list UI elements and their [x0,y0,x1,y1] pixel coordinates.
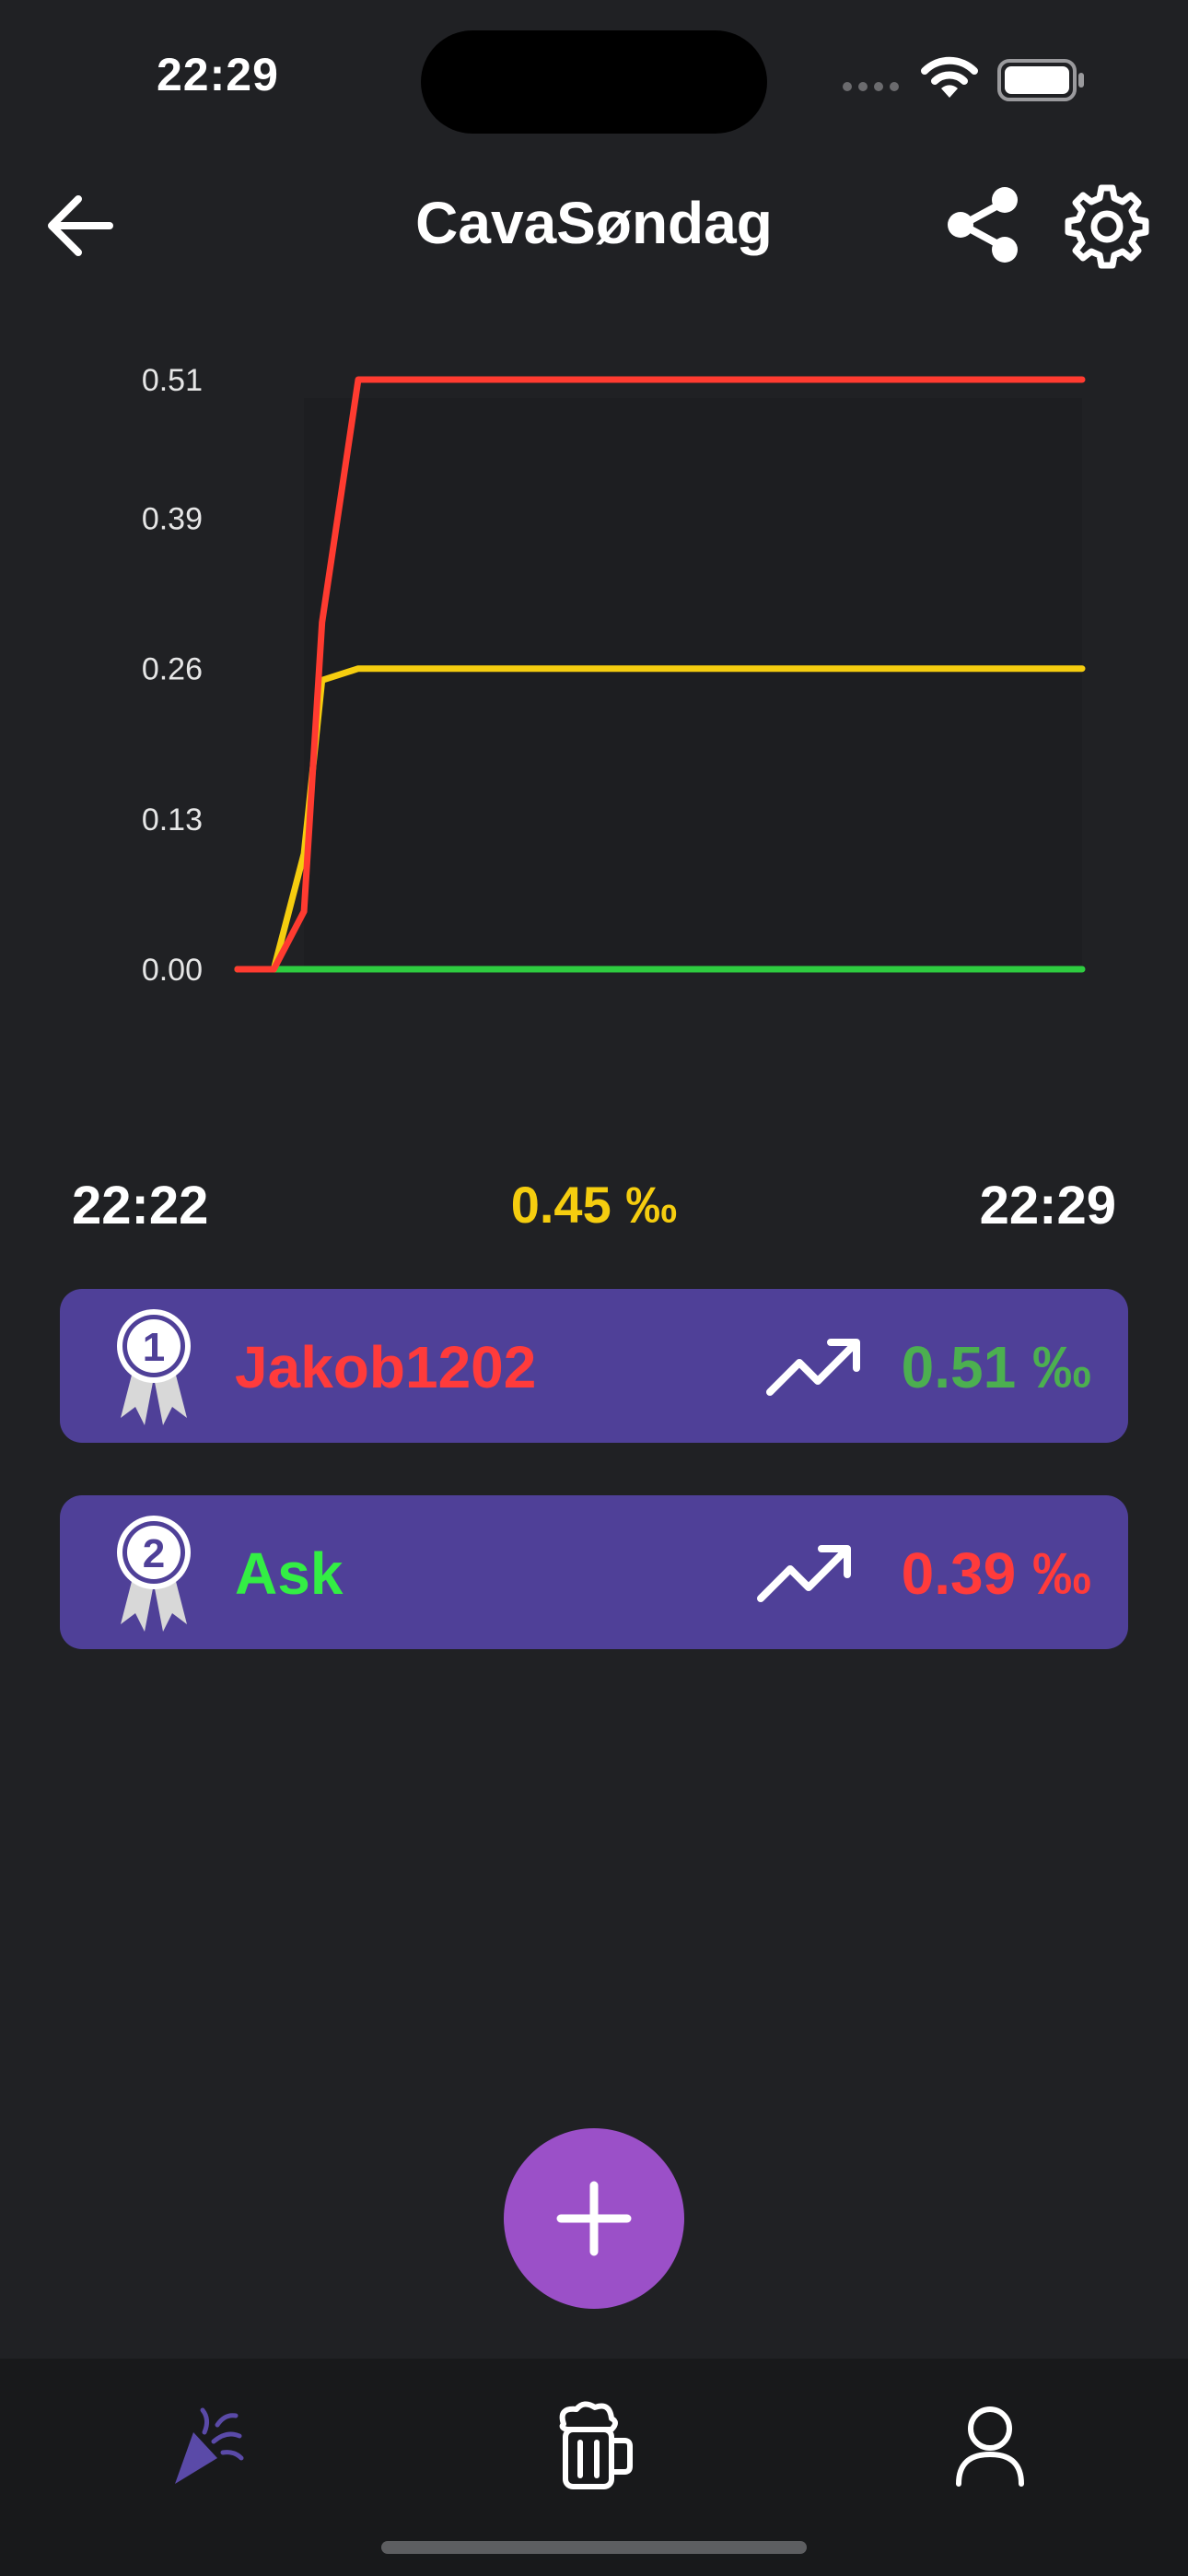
beer-mug-icon [559,2401,633,2489]
plus-icon [556,2181,632,2256]
status-time: 22:29 [157,49,279,100]
settings-button[interactable] [1061,181,1153,273]
y-tick-label: 0.26 [142,652,203,687]
dynamic-island [421,30,767,134]
plot-area [304,398,1082,969]
bac-line-chart: 0.51 0.39 0.26 0.13 0.00 [142,363,1086,988]
battery-icon [997,59,1084,101]
page-title: CavaSøndag [415,190,773,256]
profile-icon [956,2406,1024,2487]
leaderboard-row[interactable]: 2 Ask 0.39 ‰ [60,1495,1128,1649]
app-screen: 22:29 CavaSøndag 0.51 0.39 0.26 0.13 0.0… [0,0,1188,2576]
party-popper-icon [175,2407,244,2484]
y-tick-label: 0.00 [142,953,203,988]
y-tick-label: 0.39 [142,502,203,537]
y-tick-label: 0.51 [142,363,203,398]
leader-name: Ask [235,1540,344,1607]
wifi-icon [921,56,978,98]
share-icon [947,186,1018,263]
svg-text:2: 2 [143,1531,165,1576]
nav-tab-party[interactable] [143,2386,262,2506]
rank-2-ribbon-icon: 2 [117,1516,191,1632]
leader-name: Jakob1202 [235,1334,537,1400]
chart-start-time: 22:22 [72,1176,209,1235]
leader-bac-value: 0.39 ‰ [901,1540,1091,1607]
rank-1-ribbon-icon: 1 [117,1309,191,1425]
leader-bac-value: 0.51 ‰ [901,1334,1091,1400]
back-button[interactable] [39,184,122,267]
nav-tab-drinks[interactable] [534,2386,654,2506]
gear-icon [1065,184,1149,269]
trending-up-icon [757,1545,851,1602]
trending-up-icon [766,1339,860,1396]
home-indicator [381,2541,807,2554]
share-button[interactable] [939,181,1027,268]
cellular-signal-icon [843,79,905,96]
current-bac-value: 0.45 ‰ [510,1176,678,1234]
arrow-left-icon [48,195,113,256]
chart-end-time: 22:29 [979,1176,1116,1235]
y-tick-label: 0.13 [142,802,203,837]
leaderboard-row[interactable]: 1 Jakob1202 0.51 ‰ [60,1289,1128,1443]
add-drink-button[interactable] [504,2128,684,2309]
svg-text:1: 1 [143,1325,165,1370]
nav-tab-profile[interactable] [930,2386,1050,2506]
